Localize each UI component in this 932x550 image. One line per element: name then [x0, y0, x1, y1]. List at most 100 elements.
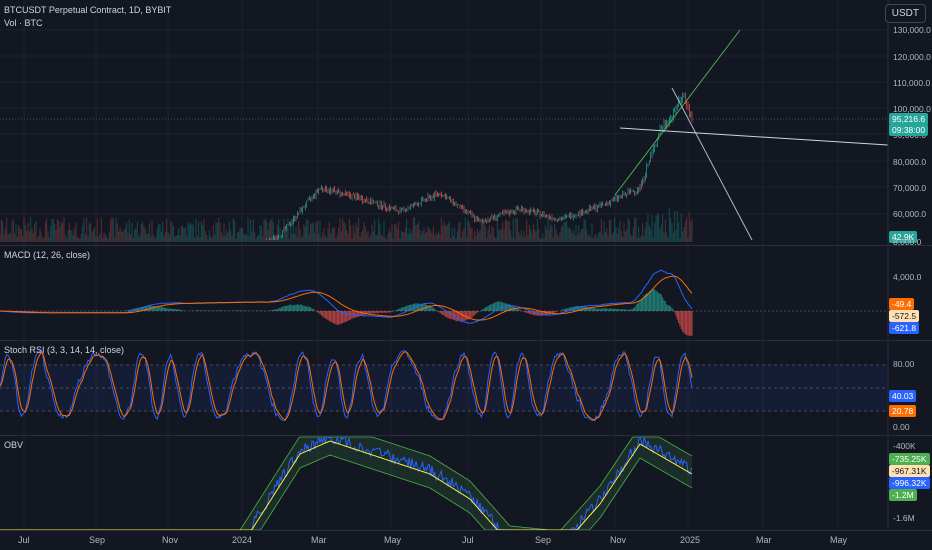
volume-bar — [324, 235, 326, 242]
volume-bar — [51, 219, 53, 242]
volume-bar — [227, 232, 229, 242]
macd-histogram-bar — [30, 311, 32, 312]
macd-histogram-bar — [298, 305, 300, 311]
macd-histogram-bar — [434, 308, 436, 311]
macd-histogram-bar — [368, 311, 370, 314]
volume-bar — [40, 232, 42, 242]
macd-histogram-bar — [379, 311, 381, 313]
volume-bar — [463, 227, 465, 242]
volume-bar — [220, 231, 222, 242]
macd-histogram-bar — [516, 308, 518, 311]
volume-bar — [532, 223, 534, 242]
volume-bar — [599, 231, 601, 242]
pane-divider[interactable] — [0, 340, 932, 341]
volume-bar — [280, 238, 282, 242]
volume-bar — [62, 223, 64, 242]
volume-bar — [144, 229, 146, 242]
volume-bar — [284, 225, 286, 242]
macd-histogram-bar — [376, 311, 378, 314]
macd-histogram-bar — [304, 305, 306, 311]
volume-bar — [360, 232, 362, 242]
volume-bar — [279, 227, 281, 242]
volume-bar — [22, 236, 24, 242]
macd-histogram-bar — [432, 307, 434, 311]
pane-divider[interactable] — [0, 435, 932, 436]
time-tick: Nov — [162, 535, 179, 545]
volume-bar — [139, 233, 141, 242]
volume-bar — [134, 229, 136, 242]
macd-histogram-bar — [404, 306, 406, 311]
pane-divider[interactable] — [0, 245, 932, 246]
volume-bar — [158, 223, 160, 242]
volume-bar — [86, 217, 88, 242]
volume-bar — [183, 227, 185, 242]
volume-bar — [59, 226, 61, 242]
volume-bar — [496, 219, 498, 242]
volume-bar — [366, 232, 368, 242]
macd-histogram-bar — [442, 311, 444, 315]
volume-bar — [690, 221, 692, 242]
stoch-tick: 80.00 — [893, 359, 915, 369]
volume-bar — [222, 235, 224, 242]
volume-bar — [354, 233, 356, 242]
volume-bar — [398, 221, 400, 242]
volume-bar — [271, 218, 273, 242]
macd-title[interactable]: MACD (12, 26, close) — [4, 250, 90, 260]
volume-bar — [84, 234, 86, 242]
volume-bar — [455, 238, 457, 242]
volume-bar — [251, 231, 253, 242]
macd-tick: 4,000.0 — [893, 272, 922, 282]
volume-bar — [564, 222, 566, 242]
volume-bar — [372, 231, 374, 242]
volume-bar — [66, 238, 68, 242]
macd-histogram-bar — [600, 308, 602, 311]
currency-selector[interactable]: USDT — [884, 4, 926, 23]
volume-bar — [335, 237, 337, 242]
macd-histogram-bar — [283, 305, 285, 311]
volume-bar — [255, 238, 257, 242]
volume-bar — [44, 222, 46, 242]
volume-bar — [583, 219, 585, 242]
volume-bar — [684, 221, 686, 242]
volume-bar — [411, 229, 413, 242]
volume-bar — [638, 226, 640, 242]
volume-bar — [363, 222, 365, 242]
macd-histogram-bar — [399, 308, 401, 311]
macd-histogram-bar — [378, 311, 380, 313]
macd-histogram-bar — [346, 311, 348, 322]
volume-bar — [152, 234, 154, 242]
volume-bar — [632, 227, 634, 242]
volume-bar — [31, 228, 33, 242]
macd-line — [0, 269, 693, 324]
stoch-rsi-title[interactable]: Stoch RSI (3, 3, 14, 14, close) — [4, 345, 124, 355]
volume-bar — [644, 228, 646, 242]
chart-window[interactable]: BTCUSDT Perpetual Contract, 1D, BYBIT Vo… — [0, 0, 932, 550]
macd-histogram-bar — [371, 311, 373, 314]
volume-bar — [462, 231, 464, 242]
volume-bar — [471, 227, 473, 242]
symbol-title[interactable]: BTCUSDT Perpetual Contract, 1D, BYBIT — [4, 5, 171, 15]
stoch-k-tag: 40.03 — [889, 390, 917, 402]
volume-bar — [594, 235, 596, 242]
macd-histogram-bar — [474, 311, 476, 315]
volume-bar — [515, 217, 517, 242]
volume-bar — [544, 225, 546, 242]
volume-bar — [236, 232, 238, 242]
volume-legend[interactable]: Vol · BTC — [4, 18, 43, 28]
macd-histogram-bar — [158, 306, 160, 311]
volume-bar — [140, 223, 142, 242]
chart-canvas[interactable] — [0, 0, 932, 550]
price-tick: 70,000.0 — [893, 183, 927, 193]
obv-title[interactable]: OBV — [4, 440, 23, 450]
volume-bar — [159, 224, 161, 242]
volume-bar — [342, 218, 344, 242]
volume-bar — [574, 235, 576, 242]
volume-bar — [126, 222, 128, 242]
volume-bar — [682, 231, 684, 242]
volume-bar — [266, 221, 268, 242]
macd-histogram-bar — [278, 308, 280, 311]
macd-histogram-bar — [466, 311, 468, 320]
volume-bar — [272, 222, 274, 242]
macd-histogram-bar — [476, 311, 478, 313]
volume-bar — [200, 221, 202, 242]
